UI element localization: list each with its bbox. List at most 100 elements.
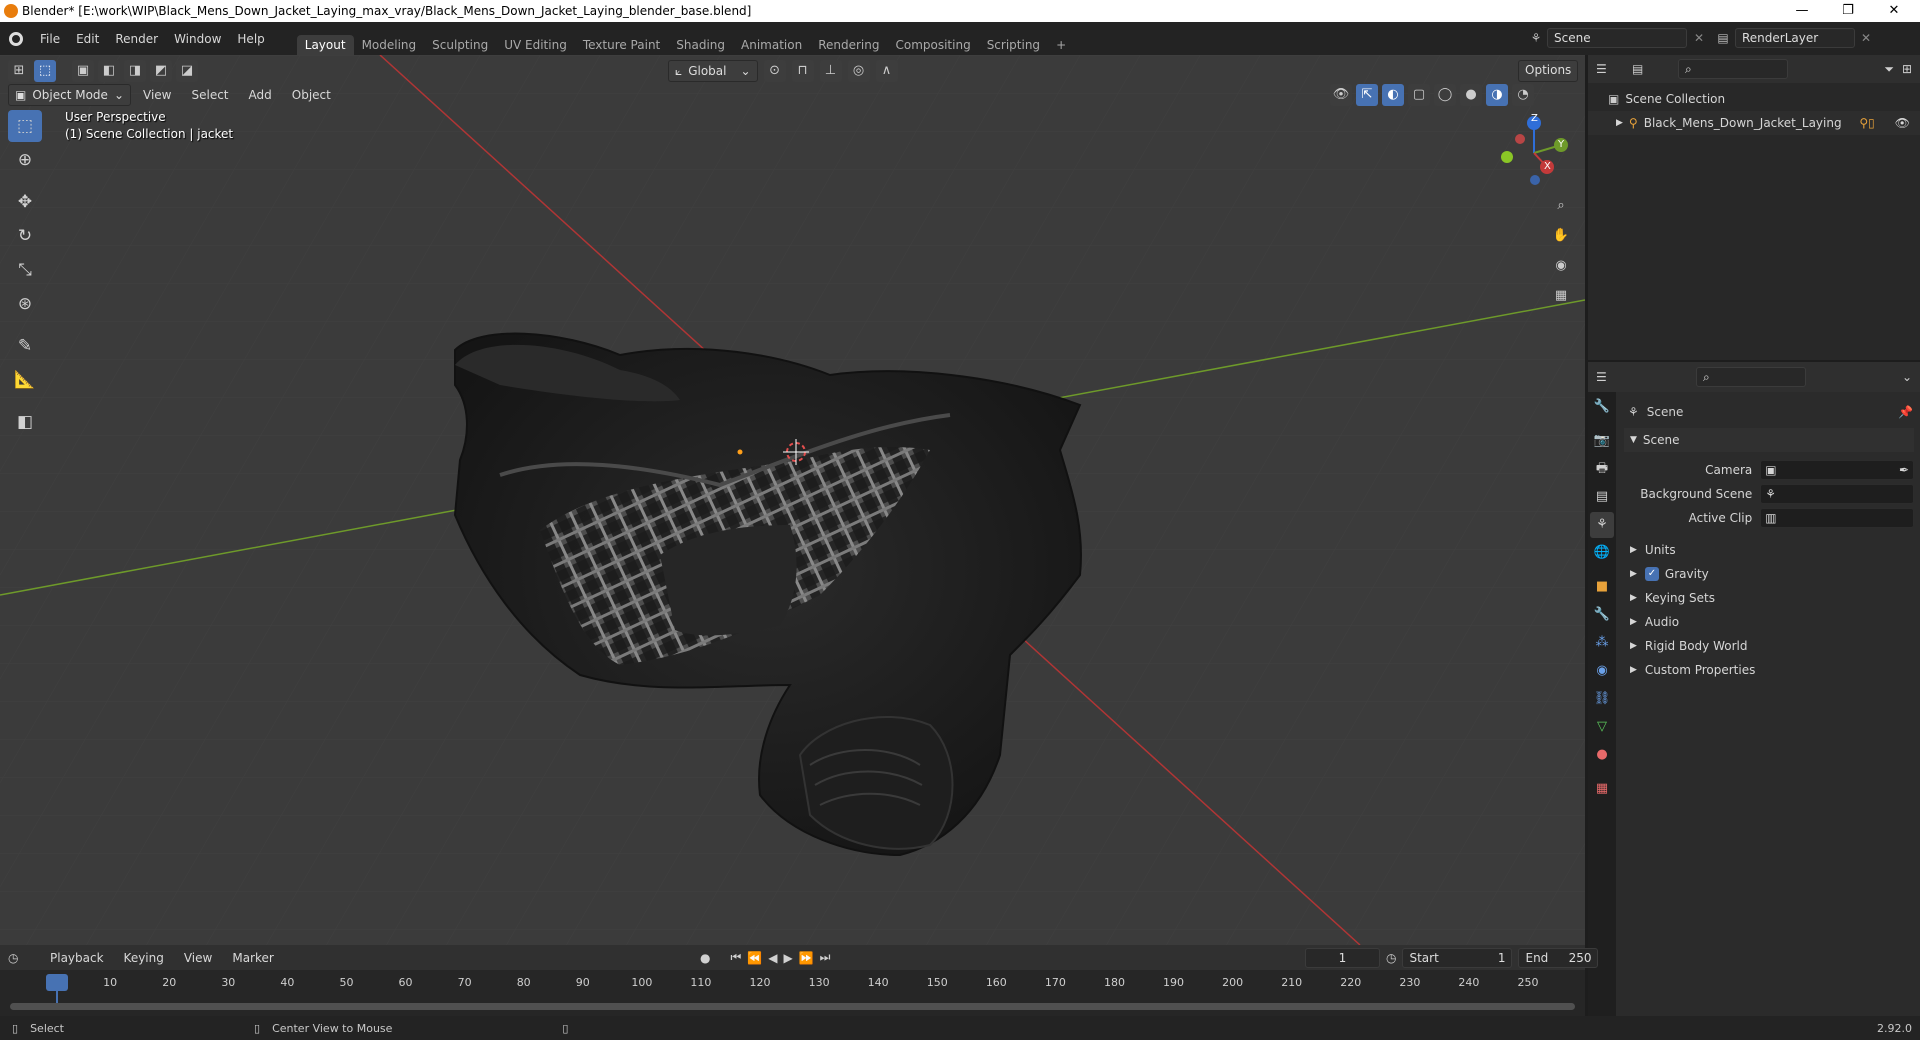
pin-icon[interactable]: 📌	[1898, 405, 1913, 419]
scene-panel-header[interactable]: ▼ Scene	[1624, 428, 1914, 452]
select-new-icon[interactable]: ▣	[72, 60, 94, 82]
properties-editor-icon[interactable]: ☰	[1596, 370, 1636, 384]
section-keying-sets[interactable]: ▶ Keying Sets	[1624, 586, 1914, 610]
end-frame-field[interactable]: End 250	[1518, 947, 1599, 968]
view-layer-tab-icon[interactable]: ▤	[1590, 484, 1614, 510]
tab-shading[interactable]: Shading	[668, 35, 733, 55]
gizmo-z-label[interactable]: Z	[1531, 113, 1538, 124]
active-clip-field[interactable]: ▥	[1760, 508, 1914, 528]
select-difference-icon[interactable]: ◩	[150, 60, 172, 82]
record-icon[interactable]: ●	[700, 951, 710, 965]
close-scene-icon[interactable]: ✕	[1687, 31, 1711, 45]
add-workspace-button[interactable]: +	[1048, 35, 1074, 55]
visibility-eye-icon[interactable]: 👁	[1895, 116, 1910, 130]
filter-icon[interactable]: ⏷	[1884, 62, 1894, 77]
xray-icon[interactable]: ▢	[1408, 84, 1430, 106]
editor-type-icon[interactable]: ⊞	[8, 60, 30, 82]
outliner-row-scene-collection[interactable]: ▣ Scene Collection	[1588, 87, 1920, 111]
section-custom-properties[interactable]: ▶ Custom Properties	[1624, 658, 1914, 682]
tab-sculpting[interactable]: Sculpting	[424, 35, 496, 55]
menu-window[interactable]: Window	[166, 32, 229, 46]
jump-start-icon[interactable]: ⏮	[730, 950, 741, 965]
timeline-editor-icon[interactable]: ◷	[8, 951, 38, 965]
cursor-tool-icon[interactable]: ⊕	[8, 144, 42, 176]
rendered-shading-icon[interactable]: ◔	[1512, 84, 1534, 106]
ortho-grid-icon[interactable]: ▦	[1550, 285, 1572, 307]
tab-uv-editing[interactable]: UV Editing	[496, 35, 575, 55]
gizmo-toggle-icon[interactable]: ⇱	[1356, 84, 1378, 106]
current-frame-field[interactable]: 1	[1305, 947, 1380, 968]
solid-shading-icon[interactable]: ●	[1460, 84, 1482, 106]
jump-keyframe-forward-icon[interactable]: ⏩	[799, 951, 814, 965]
select-tool-icon[interactable]: ⬚	[34, 60, 56, 82]
jump-keyframe-back-icon[interactable]: ⏪	[747, 951, 762, 965]
section-units[interactable]: ▶ Units	[1624, 538, 1914, 562]
viewport-menu-object[interactable]: Object	[284, 88, 339, 102]
annotate-tool-icon[interactable]: ✎	[8, 330, 42, 362]
snap-icon[interactable]: ⊓	[791, 60, 814, 82]
constraints-tab-icon[interactable]: ⛓	[1590, 686, 1614, 712]
modifier-tab-icon[interactable]: 🔧	[1590, 602, 1614, 628]
scene-field[interactable]: Scene	[1547, 28, 1687, 48]
blender-menu-icon[interactable]	[0, 22, 32, 55]
outliner-search-input[interactable]: ⌕	[1678, 59, 1788, 79]
expand-arrow-icon[interactable]: ▶	[1616, 118, 1623, 128]
gravity-checkbox[interactable]: ✓	[1644, 567, 1659, 581]
timeline-ruler[interactable]: 1102030405060708090100110120130140150160…	[0, 970, 1585, 1016]
particles-tab-icon[interactable]: ⁂	[1590, 630, 1614, 656]
rotate-tool-icon[interactable]: ↻	[8, 220, 42, 252]
minimize-button[interactable]: —	[1779, 0, 1825, 22]
scene-selector-icon[interactable]: ⚘	[1525, 31, 1547, 45]
viewport-menu-select[interactable]: Select	[183, 88, 236, 102]
gizmo-x-label[interactable]: X	[1544, 161, 1551, 172]
start-frame-field[interactable]: Start 1	[1402, 947, 1513, 968]
physics-tab-icon[interactable]: ◉	[1590, 658, 1614, 684]
playhead[interactable]	[46, 974, 68, 991]
background-scene-field[interactable]: ⚘	[1760, 484, 1914, 504]
texture-tab-icon[interactable]: ▦	[1590, 776, 1614, 802]
timeline-menu-playback[interactable]: Playback	[42, 951, 112, 965]
display-mode-icon[interactable]: ▤	[1632, 62, 1660, 76]
jump-end-icon[interactable]: ⏭	[820, 950, 831, 965]
proportional-edit-icon[interactable]: ◎	[847, 60, 870, 82]
falloff-icon[interactable]: ∧	[875, 60, 898, 82]
play-reverse-icon[interactable]: ◀	[768, 951, 777, 965]
tab-layout[interactable]: Layout	[296, 35, 354, 55]
tab-texture-paint[interactable]: Texture Paint	[575, 35, 668, 55]
view-layer-icon[interactable]: ▤	[1711, 31, 1735, 45]
outliner-row-object[interactable]: ▶ ⚲ Black_Mens_Down_Jacket_Laying ⚲▯ 👁	[1588, 111, 1920, 135]
camera-field[interactable]: ▣ ✒	[1760, 460, 1914, 480]
eyedropper-icon[interactable]: ✒	[1899, 463, 1909, 477]
tab-compositing[interactable]: Compositing	[887, 35, 978, 55]
transform-tool-icon[interactable]: ⊛	[8, 288, 42, 320]
world-tab-icon[interactable]: 🌐	[1590, 540, 1614, 566]
select-box-tool-icon[interactable]: ⬚	[8, 110, 42, 142]
close-button[interactable]: ✕	[1871, 0, 1917, 22]
object-tab-icon[interactable]: ■	[1590, 574, 1614, 600]
visibility-icon[interactable]: 👁	[1330, 84, 1352, 106]
wireframe-shading-icon[interactable]: ◯	[1434, 84, 1456, 106]
timeline-menu-view[interactable]: View	[176, 951, 220, 965]
tab-rendering[interactable]: Rendering	[810, 35, 887, 55]
menu-file[interactable]: File	[32, 32, 68, 46]
tool-tab-icon[interactable]: 🔧	[1590, 394, 1614, 420]
select-extend-icon[interactable]: ◧	[98, 60, 120, 82]
transform-orientation-dropdown[interactable]: ⟀ Global ⌄	[668, 60, 758, 82]
render-tab-icon[interactable]: 📷	[1590, 428, 1614, 454]
menu-help[interactable]: Help	[229, 32, 272, 46]
gizmo-y-label[interactable]: Y	[1558, 139, 1564, 150]
chevron-down-icon[interactable]: ⌄	[1902, 370, 1912, 384]
material-shading-icon[interactable]: ◑	[1486, 84, 1508, 106]
3d-viewport[interactable]: User Perspective (1) Scene Collection | …	[0, 55, 1585, 945]
pivot-point-icon[interactable]: ⊙	[763, 60, 786, 82]
section-audio[interactable]: ▶ Audio	[1624, 610, 1914, 634]
material-tab-icon[interactable]: ●	[1590, 742, 1614, 768]
camera-view-icon[interactable]: ◉	[1550, 255, 1572, 277]
menu-render[interactable]: Render	[107, 32, 166, 46]
tab-scripting[interactable]: Scripting	[979, 35, 1048, 55]
tab-modeling[interactable]: Modeling	[354, 35, 425, 55]
timeline-menu-keying[interactable]: Keying	[116, 951, 172, 965]
move-tool-icon[interactable]: ✥	[8, 186, 42, 218]
timeline-menu-marker[interactable]: Marker	[224, 951, 281, 965]
section-gravity[interactable]: ▶ ✓ Gravity	[1624, 562, 1914, 586]
